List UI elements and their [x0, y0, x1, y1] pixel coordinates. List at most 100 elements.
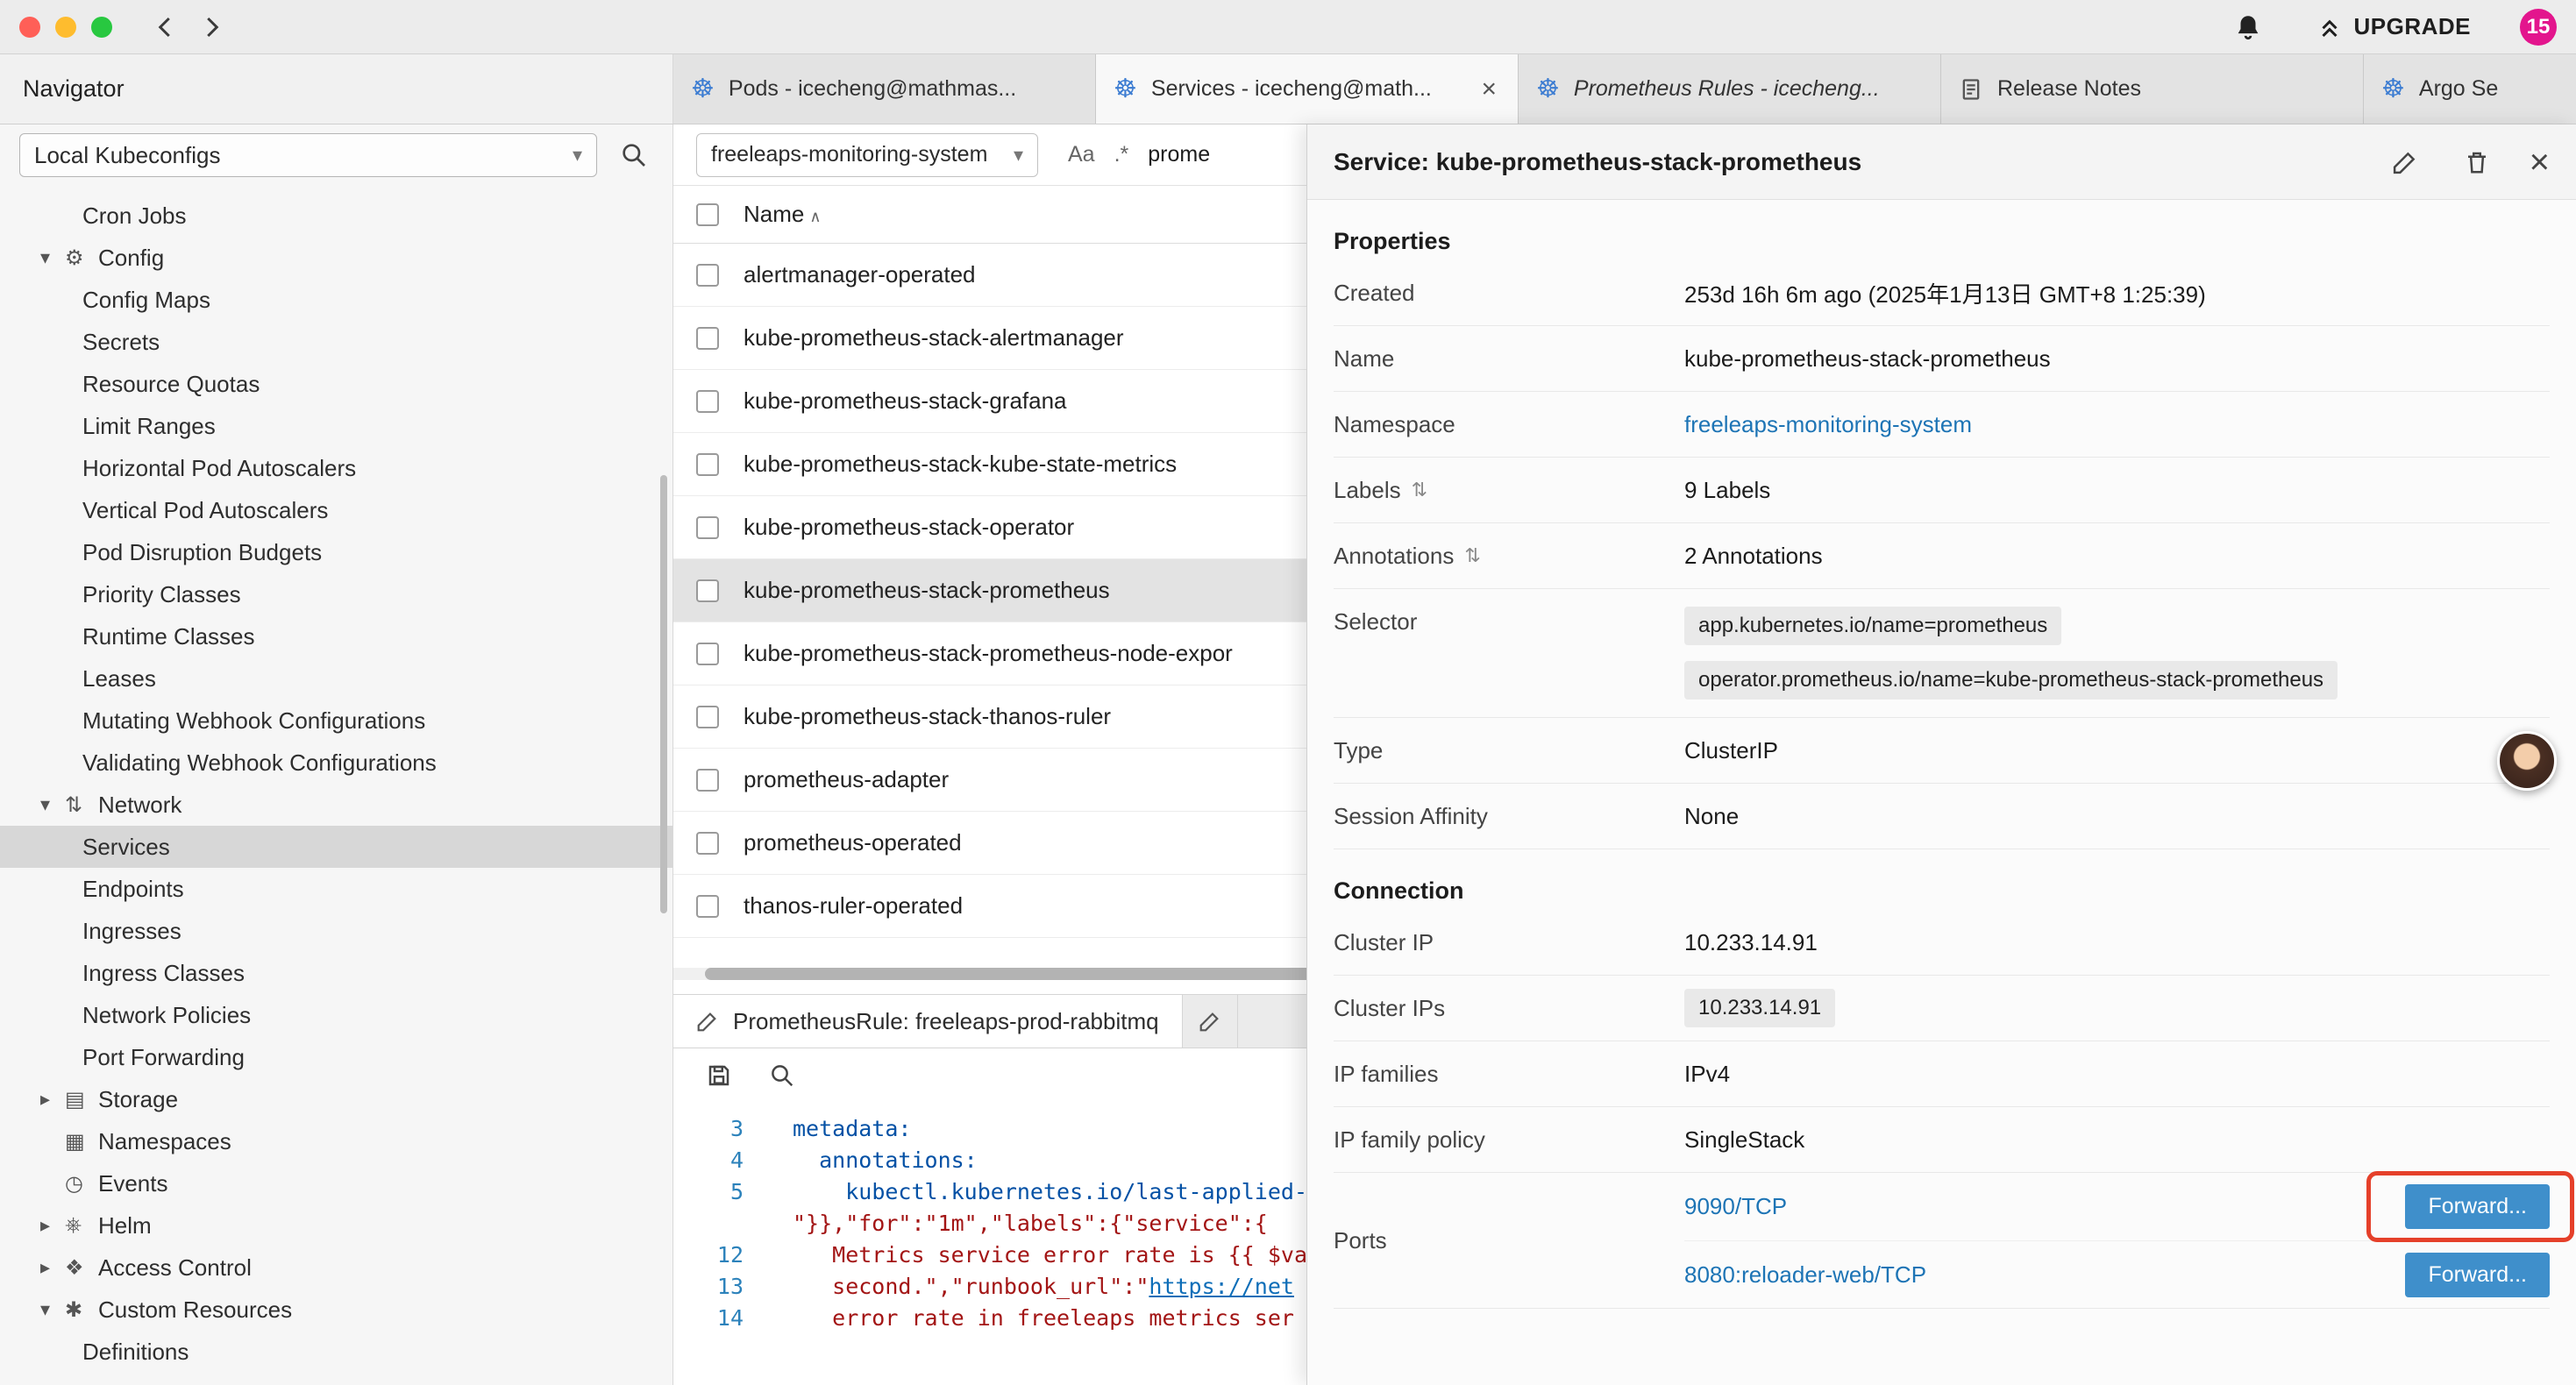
sidebar-item-limit-ranges[interactable]: Limit Ranges [0, 405, 672, 447]
row-checkbox[interactable] [696, 769, 719, 792]
tab-pods-icecheng-mathmas[interactable]: ☸Pods - icecheng@mathmas... [673, 54, 1096, 124]
zoom-window-button[interactable] [91, 17, 112, 38]
chevron-down-icon[interactable]: ▾ [40, 246, 65, 269]
close-window-button[interactable] [19, 17, 40, 38]
kubernetes-icon: ☸ [2381, 76, 2405, 103]
row-name: kube-prometheus-stack-alertmanager [744, 324, 1124, 352]
editor-search-icon[interactable] [763, 1056, 801, 1095]
sidebar-search-icon[interactable] [615, 136, 653, 174]
regex-toggle[interactable]: .* [1114, 142, 1129, 167]
sidebar-item-ingresses[interactable]: Ingresses [0, 910, 672, 952]
sidebar-item-label: Custom Resources [98, 1296, 292, 1324]
sidebar-item-events[interactable]: ◷Events [0, 1162, 672, 1204]
sidebar-item-storage[interactable]: ▸▤Storage [0, 1078, 672, 1120]
sidebar-item-ingress-classes[interactable]: Ingress Classes [0, 952, 672, 994]
sidebar-item-priority-classes[interactable]: Priority Classes [0, 573, 672, 615]
sidebar-item-helm[interactable]: ▸⎈Helm [0, 1204, 672, 1246]
line-number: 14 [673, 1303, 761, 1334]
save-icon[interactable] [700, 1056, 738, 1095]
notifications-bell-icon[interactable] [2229, 8, 2267, 46]
sidebar-item-horizontal-pod-autoscalers[interactable]: Horizontal Pod Autoscalers [0, 447, 672, 489]
chevron-down-icon[interactable]: ▾ [40, 1298, 65, 1321]
sidebar-item-port-forwarding[interactable]: Port Forwarding [0, 1036, 672, 1078]
forward-button[interactable]: Forward... [2405, 1184, 2550, 1229]
search-input[interactable]: prome [1148, 142, 1210, 167]
row-checkbox[interactable] [696, 706, 719, 728]
sidebar-item-label: Priority Classes [82, 581, 241, 608]
sidebar-item-services[interactable]: Services [0, 826, 672, 868]
detail-label: Session Affinity [1334, 803, 1684, 830]
sidebar-item-access-control[interactable]: ▸❖Access Control [0, 1246, 672, 1289]
chevron-right-icon[interactable]: ▸ [40, 1214, 65, 1237]
row-checkbox[interactable] [696, 516, 719, 539]
upgrade-button[interactable]: UPGRADE [2316, 13, 2471, 40]
forward-button[interactable] [196, 12, 226, 42]
row-checkbox[interactable] [696, 643, 719, 665]
name-column-header[interactable]: Name∧ [744, 201, 822, 228]
select-all-checkbox[interactable] [696, 203, 719, 226]
detail-label-text: Cluster IP [1334, 929, 1434, 956]
sidebar-item-pod-disruption-budgets[interactable]: Pod Disruption Budgets [0, 531, 672, 573]
sort-toggle-icon[interactable]: ⇅ [1412, 479, 1427, 501]
sidebar-item-runtime-classes[interactable]: Runtime Classes [0, 615, 672, 657]
dock-tab-prometheusrule[interactable]: PrometheusRule: freeleaps-prod-rabbitmq [673, 995, 1183, 1048]
back-button[interactable] [151, 12, 181, 42]
minimize-window-button[interactable] [55, 17, 76, 38]
sidebar-item-validating-webhook-configurations[interactable]: Validating Webhook Configurations [0, 742, 672, 784]
delete-trash-icon[interactable] [2458, 143, 2496, 181]
match-case-toggle[interactable]: Aa [1068, 142, 1095, 167]
sidebar-item-custom-resources[interactable]: ▾✱Custom Resources [0, 1289, 672, 1331]
sidebar-item-label: Config [98, 245, 164, 272]
row-checkbox[interactable] [696, 453, 719, 476]
sidebar-item-leases[interactable]: Leases [0, 657, 672, 700]
detail-label-text: Name [1334, 345, 1394, 373]
avatar[interactable] [2497, 731, 2557, 791]
detail-label: Selector [1334, 601, 1684, 636]
tab-release-notes[interactable]: Release Notes [1941, 54, 2364, 124]
value-text: 10.233.14.91 [1684, 929, 1818, 955]
sidebar-item-cron-jobs[interactable]: Cron Jobs [0, 195, 672, 237]
code-text: kubectl.kubernetes.io/last-applied-co [761, 1176, 1334, 1208]
sidebar-item-config-maps[interactable]: Config Maps [0, 279, 672, 321]
row-checkbox[interactable] [696, 579, 719, 602]
row-checkbox[interactable] [696, 264, 719, 287]
row-checkbox[interactable] [696, 832, 719, 855]
sidebar-scrollbar[interactable] [660, 475, 667, 913]
tab-services-icecheng-math[interactable]: ☸Services - icecheng@math...× [1096, 54, 1519, 124]
port-link[interactable]: 8080:reloader-web/TCP [1684, 1261, 1926, 1289]
port-link[interactable]: 9090/TCP [1684, 1193, 1787, 1220]
detail-label: Namespace [1334, 411, 1684, 438]
kubeconfig-selector[interactable]: Local Kubeconfigs ▾ [19, 133, 597, 177]
sort-toggle-icon[interactable]: ⇅ [1464, 544, 1480, 567]
close-panel-icon[interactable]: × [2530, 145, 2550, 180]
sidebar-item-config[interactable]: ▾⚙Config [0, 237, 672, 279]
namespace-selector[interactable]: freeleaps-monitoring-system ▾ [696, 133, 1038, 177]
tab-argo-se[interactable]: ☸Argo Se [2364, 54, 2576, 124]
edit-icon[interactable] [2386, 143, 2424, 181]
value-link[interactable]: freeleaps-monitoring-system [1684, 411, 1972, 437]
sidebar-item-mutating-webhook-configurations[interactable]: Mutating Webhook Configurations [0, 700, 672, 742]
close-tab-icon[interactable]: × [1477, 75, 1500, 104]
sidebar-item-secrets[interactable]: Secrets [0, 321, 672, 363]
row-checkbox[interactable] [696, 390, 719, 413]
chevron-right-icon[interactable]: ▸ [40, 1088, 65, 1111]
code-token [793, 1179, 845, 1204]
sidebar-item-namespaces[interactable]: ▦Namespaces [0, 1120, 672, 1162]
row-checkbox[interactable] [696, 327, 719, 350]
sidebar-item-network-policies[interactable]: Network Policies [0, 994, 672, 1036]
sidebar-item-definitions[interactable]: Definitions [0, 1331, 672, 1373]
detail-row-namespace: Namespacefreeleaps-monitoring-system [1334, 392, 2550, 458]
tab-prometheus-rules-icecheng[interactable]: ☸Prometheus Rules - icecheng... [1519, 54, 1941, 124]
sidebar-item-endpoints[interactable]: Endpoints [0, 868, 672, 910]
row-name: kube-prometheus-stack-prometheus-node-ex… [744, 640, 1233, 667]
chevron-right-icon[interactable]: ▸ [40, 1256, 65, 1279]
sidebar-item-resource-quotas[interactable]: Resource Quotas [0, 363, 672, 405]
navigator-header: Navigator [0, 54, 673, 124]
row-checkbox[interactable] [696, 895, 719, 918]
sidebar-item-network[interactable]: ▾⇅Network [0, 784, 672, 826]
chevron-down-icon[interactable]: ▾ [40, 793, 65, 816]
notification-count-badge[interactable]: 15 [2520, 9, 2557, 46]
forward-button[interactable]: Forward... [2405, 1253, 2550, 1297]
sidebar-item-vertical-pod-autoscalers[interactable]: Vertical Pod Autoscalers [0, 489, 672, 531]
dock-tab-next[interactable] [1183, 995, 1238, 1048]
